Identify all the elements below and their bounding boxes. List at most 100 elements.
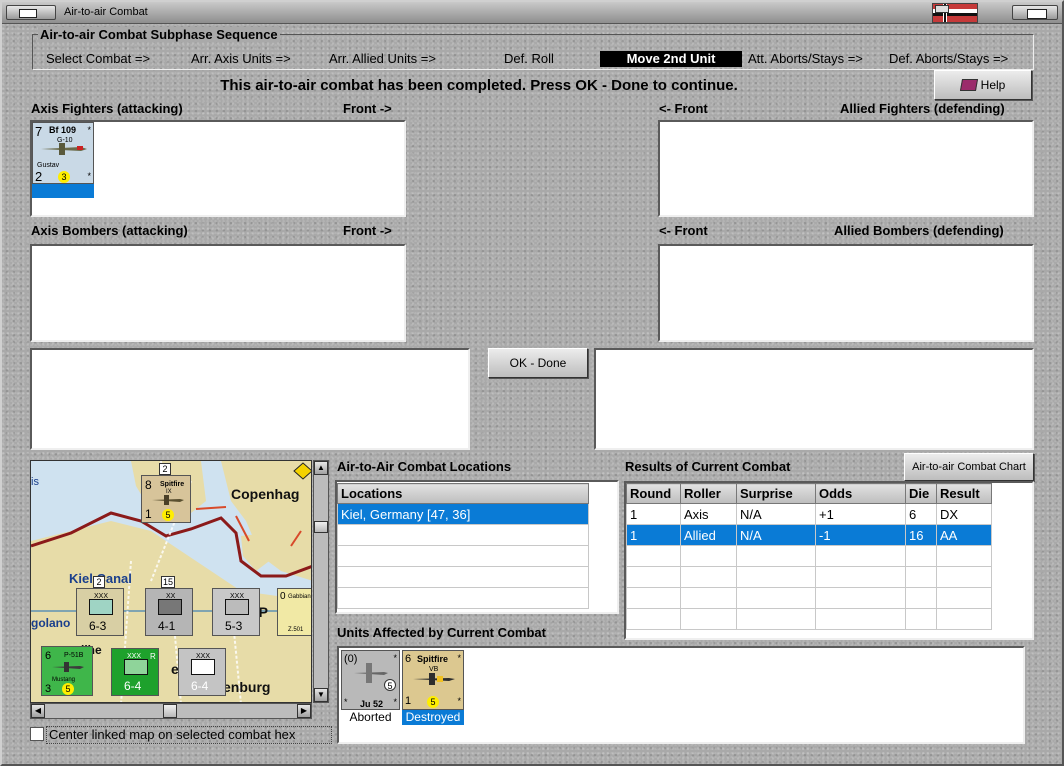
book-icon [959, 79, 978, 91]
empty-location-cell [337, 566, 589, 588]
map-unit-counter[interactable]: XXX 6-4 [178, 648, 226, 696]
linked-map[interactable]: Copenhag Kiel Canal golano k P enburg il… [30, 460, 312, 703]
spitfire-defense: 1 [145, 507, 152, 521]
map-unit-counter[interactable]: XXX R 6-4 [111, 648, 159, 696]
combat-info-left-panel [30, 348, 470, 450]
result-cell-die: 6 [905, 503, 937, 525]
subphase-title: Air-to-air Combat Subphase Sequence [38, 27, 280, 42]
result-cell-round: 1 [626, 503, 681, 525]
map-gabbiano-counter[interactable]: 0 Gabbiani Z.501 [277, 588, 312, 636]
title-bar[interactable]: Air-to-air Combat [2, 2, 1062, 24]
map-spitfire-counter[interactable]: 8 Spitfire IX 1 5 [141, 475, 191, 523]
results-table[interactable]: Round Roller Surprise Odds Die Result 1 … [626, 483, 992, 630]
location-row[interactable]: Kiel, Germany [47, 36] [337, 503, 589, 525]
location-cell[interactable]: Kiel, Germany [47, 36] [337, 503, 589, 525]
star-icon: * [457, 696, 461, 706]
infantry-symbol-icon [124, 659, 148, 675]
col-round[interactable]: Round [626, 483, 681, 504]
allied-bombers-panel[interactable] [658, 244, 1034, 342]
map-unit-counter[interactable]: XXX 6-3 [76, 588, 124, 636]
spitfire-vb-range: 5 [427, 696, 439, 708]
result-cell-odds: +1 [815, 503, 906, 525]
step-move-2nd-unit-active: Move 2nd Unit [600, 51, 742, 67]
gabbiano-label: Gabbiani [288, 594, 312, 600]
air-to-air-combat-chart-button[interactable]: Air-to-air Combat Chart [904, 453, 1034, 481]
armor-symbol-icon [158, 599, 182, 615]
ju52-range: 5 [384, 679, 396, 691]
result-row[interactable]: 1 Allied N/A -1 16 AA [626, 524, 992, 546]
step-att-aborts-stays: Att. Aborts/Stays => [748, 51, 863, 66]
map-unit-counter[interactable]: XX 4-1 [145, 588, 193, 636]
gabbiano-number: Z.501 [288, 627, 304, 633]
allied-fighters-panel[interactable] [658, 120, 1034, 217]
allied-bombers-label: Allied Bombers (defending) [834, 223, 1004, 238]
help-button-label: Help [980, 78, 1006, 92]
infantry-symbol-icon [225, 599, 249, 615]
fighter-plane-icon [41, 143, 87, 155]
result-row[interactable]: 1 Axis N/A +1 6 DX [626, 503, 992, 525]
map-vertical-scrollbar[interactable]: ▲ ▼ [313, 460, 329, 703]
stack-count-badge: 2 [93, 576, 105, 588]
map-label-helgoland: golano [31, 616, 71, 630]
star-icon: * [457, 653, 461, 663]
col-odds[interactable]: Odds [815, 483, 906, 504]
fighter-plane-icon [52, 662, 84, 672]
locations-table[interactable]: Locations Kiel, Germany [47, 36] [337, 483, 589, 609]
star-icon: * [87, 171, 91, 181]
axis-bombers-front-label: Front -> [343, 223, 392, 238]
unit-strength: 5-3 [225, 619, 243, 633]
axis-bombers-label: Axis Bombers (attacking) [31, 223, 188, 238]
results-header-row: Round Roller Surprise Odds Die Result [626, 483, 992, 504]
horizontal-scroll-thumb[interactable] [163, 704, 177, 718]
unit-strength: 6-4 [191, 679, 209, 693]
locations-header[interactable]: Locations [337, 483, 589, 504]
step-def-aborts-stays: Def. Aborts/Stays => [889, 51, 1009, 66]
result-cell-result: AA [936, 524, 992, 546]
result-cell-round: 1 [626, 524, 681, 546]
help-button[interactable]: Help [934, 70, 1032, 100]
axis-fighters-label: Axis Fighters (attacking) [31, 101, 183, 116]
empty-result-row [626, 587, 992, 609]
star-icon: * [344, 697, 348, 707]
unit-badge: R [150, 652, 156, 661]
result-cell-roller: Allied [680, 524, 737, 546]
spitfire-attack: 8 [145, 478, 152, 492]
empty-location-cell [337, 545, 589, 567]
p51-name: P-51B [64, 652, 84, 659]
axis-fighters-panel[interactable]: 7 Bf 109 G-10 * Gustav 2 3 * [30, 120, 406, 217]
vertical-scroll-thumb[interactable] [314, 521, 328, 533]
star-icon: * [87, 125, 91, 135]
gabbiano-attack: 0 [280, 591, 286, 602]
locations-title: Air-to-Air Combat Locations [337, 459, 512, 474]
map-unit-counter[interactable]: XXX 5-3 [212, 588, 260, 636]
infantry-symbol-icon [191, 659, 215, 675]
spitfire-vb-counter[interactable]: 6 Spitfire VB * 1 5 * [402, 650, 464, 710]
system-menu-button[interactable] [6, 5, 56, 20]
step-arr-allied-units: Arr. Allied Units => [329, 51, 436, 66]
ok-done-button[interactable]: OK - Done [488, 348, 588, 378]
empty-result-row [626, 608, 992, 630]
col-surprise[interactable]: Surprise [736, 483, 816, 504]
unit-strength: 6-3 [89, 619, 107, 633]
german-flag-icon [932, 3, 978, 23]
infantry-symbol-icon [89, 599, 113, 615]
axis-bombers-panel[interactable] [30, 244, 406, 342]
map-p51-counter[interactable]: 6 P-51B Mustang 3 5 [41, 646, 93, 696]
col-roller[interactable]: Roller [680, 483, 737, 504]
center-map-checkbox[interactable] [30, 727, 44, 741]
allied-fighters-front-label: <- Front [659, 101, 708, 116]
col-result[interactable]: Result [936, 483, 992, 504]
col-die[interactable]: Die [905, 483, 937, 504]
scroll-down-arrow-icon[interactable]: ▼ [314, 688, 328, 702]
ju52-counter[interactable]: (0) * 5 * Ju 52 * [341, 650, 400, 710]
scroll-up-arrow-icon[interactable]: ▲ [314, 461, 328, 475]
scroll-left-arrow-icon[interactable]: ◀ [31, 704, 45, 718]
center-map-checkbox-label[interactable]: Center linked map on selected combat hex [46, 726, 332, 744]
close-button[interactable] [1012, 5, 1058, 20]
bf109-counter[interactable]: 7 Bf 109 G-10 * Gustav 2 3 * [32, 122, 94, 184]
scroll-right-arrow-icon[interactable]: ▶ [297, 704, 311, 718]
result-cell-die: 16 [905, 524, 937, 546]
step-select-combat: Select Combat => [46, 51, 151, 66]
map-horizontal-scrollbar[interactable]: ◀ ▶ [30, 703, 312, 719]
result-cell-surprise: N/A [736, 524, 816, 546]
